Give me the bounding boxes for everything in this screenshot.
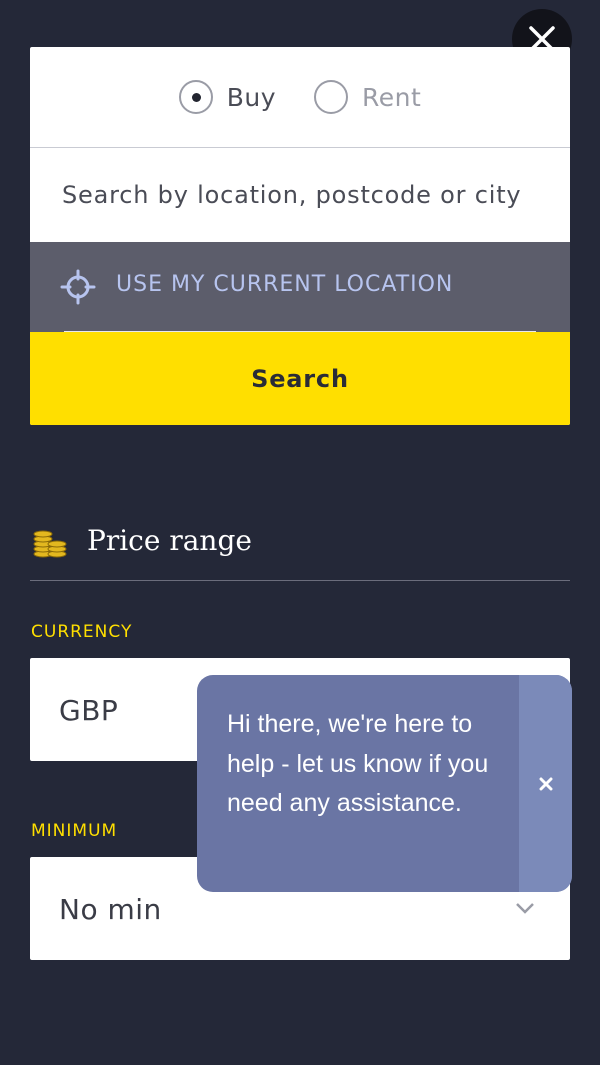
location-search-input[interactable] (30, 148, 570, 242)
search-card: Buy Rent USE MY CURRENT LOCATION Search (30, 47, 570, 425)
chat-message: Hi there, we're here to help - let us kn… (227, 710, 489, 817)
buy-radio-label: Buy (226, 82, 276, 112)
chat-prompt-bubble[interactable]: Hi there, we're here to help - let us kn… (197, 675, 572, 892)
currency-label: CURRENCY (31, 622, 133, 642)
price-range-title: Price range (87, 524, 252, 557)
search-button[interactable]: Search (30, 332, 570, 425)
chevron-down-icon (516, 903, 534, 914)
use-current-location-label: USE MY CURRENT LOCATION (116, 272, 454, 297)
minimum-label: MINIMUM (31, 821, 118, 841)
close-icon (539, 777, 553, 791)
property-search-overlay: Buy Rent USE MY CURRENT LOCATION Search (0, 0, 600, 1065)
buy-radio-button[interactable] (178, 80, 213, 114)
use-current-location-button[interactable]: USE MY CURRENT LOCATION (30, 242, 570, 332)
minimum-price-value: No min (59, 893, 162, 926)
crosshair-icon (60, 269, 96, 305)
price-range-header: Price range (30, 520, 570, 581)
currency-value: GBP (59, 694, 119, 727)
rent-radio-option[interactable]: Rent (314, 80, 421, 114)
rent-radio-button[interactable] (314, 80, 348, 114)
coins-icon (33, 530, 67, 558)
tenure-radio-group: Buy Rent (30, 47, 570, 148)
chat-close-button[interactable] (519, 675, 572, 892)
buy-radio-option[interactable]: Buy (178, 80, 276, 114)
rent-radio-label: Rent (362, 82, 422, 112)
